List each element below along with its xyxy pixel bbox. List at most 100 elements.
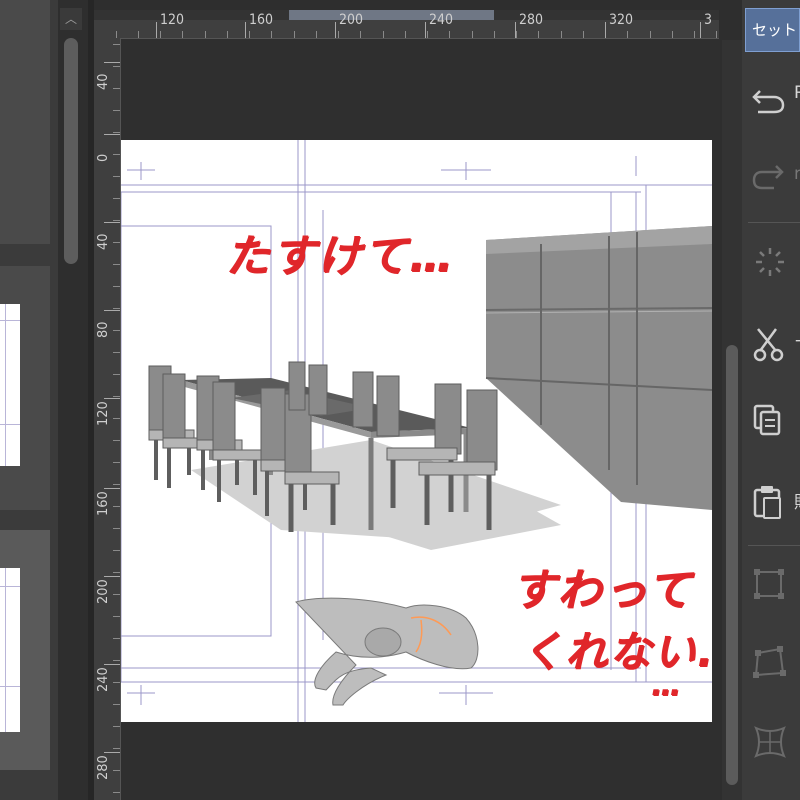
toolbar-separator	[748, 222, 800, 223]
page-thumbnail-1[interactable]	[0, 0, 50, 244]
chair	[288, 361, 306, 411]
ruler-tick	[583, 31, 584, 38]
ruler-tick	[113, 132, 120, 133]
paste-button[interactable]: 貼	[750, 482, 800, 522]
page-thumbnail-paper	[0, 568, 20, 732]
ruler-tick	[113, 572, 120, 573]
ruler-top-label: 240	[429, 12, 454, 28]
ruler-top-label: 160	[249, 12, 274, 28]
page-list-scrollbar[interactable]	[64, 38, 78, 264]
undo-label-peek: R	[794, 83, 800, 103]
paste-icon	[753, 486, 781, 519]
ruler-tick	[205, 31, 206, 38]
ruler-left-label: 40	[96, 73, 111, 90]
ruler-tick	[113, 528, 120, 529]
ruler-tick	[294, 31, 295, 38]
ruler-tick	[516, 31, 517, 38]
ruler-major-tick	[104, 752, 120, 753]
ruler-major-tick	[245, 22, 246, 38]
ruler-major-tick	[104, 222, 120, 223]
redo-button[interactable]: r	[750, 158, 800, 198]
ruler-major-tick	[700, 22, 701, 38]
loading-button[interactable]	[750, 242, 800, 282]
lying-figure	[295, 597, 479, 706]
ruler-left-label: 200	[96, 579, 111, 604]
ruler-tick	[113, 154, 120, 155]
ruler-tick	[538, 31, 539, 38]
ruler-left-label: 240	[96, 667, 111, 692]
ruler-major-tick	[156, 22, 157, 38]
ruler-tick	[113, 682, 120, 683]
transform-button[interactable]	[750, 565, 800, 605]
ruler-tick	[227, 31, 228, 38]
ruler-tick	[427, 31, 428, 38]
ruler-tick	[650, 31, 651, 38]
cut-icon	[753, 328, 784, 362]
ruler-tick	[113, 550, 120, 551]
handwritten-wont-sit-line1: すわって	[511, 565, 693, 616]
ruler-tick	[694, 31, 695, 38]
ruler-tick	[113, 110, 120, 111]
ruler-tick	[113, 616, 120, 617]
ruler-tick	[113, 352, 120, 353]
free-transform-button[interactable]	[750, 643, 800, 683]
loading-icon	[756, 248, 784, 276]
ruler-tick	[113, 418, 120, 419]
free-transform-icon	[753, 646, 786, 678]
vertical-ruler: 40 0 40 80 120 160 200 240 280	[94, 38, 121, 800]
ruler-top-label: 320	[609, 12, 634, 28]
handwritten-help-text: たすけて…	[225, 231, 455, 282]
canvas-scrollbar-thumb[interactable]	[726, 345, 738, 785]
undo-button[interactable]: R	[750, 77, 800, 117]
chair	[308, 364, 328, 416]
ruler-left-label: 40	[96, 233, 111, 250]
chair	[376, 375, 400, 437]
ruler-major-tick	[104, 488, 120, 489]
ruler-major-tick	[104, 576, 120, 577]
ruler-tick	[160, 31, 161, 38]
set-button[interactable]: セット	[745, 8, 800, 52]
toolbar-separator	[748, 545, 800, 546]
ruler-tick	[494, 31, 495, 38]
cut-label-peek: +	[794, 331, 800, 351]
ruler-tick	[113, 220, 120, 221]
ruler-tick	[113, 242, 120, 243]
ruler-tick	[113, 264, 120, 265]
ruler-tick	[113, 374, 120, 375]
cut-button[interactable]: +	[750, 325, 800, 365]
canvas-paper[interactable]: たすけて… すわって くれない… …	[121, 140, 712, 722]
ruler-tick	[116, 31, 117, 38]
copy-button[interactable]	[750, 400, 800, 440]
ruler-tick	[138, 31, 139, 38]
ruler-tick	[113, 198, 120, 199]
ruler-major-tick	[104, 664, 120, 665]
ruler-tick	[672, 31, 673, 38]
canvas-area[interactable]: たすけて… すわって くれない… …	[121, 39, 720, 800]
ruler-tick	[113, 726, 120, 727]
ruler-tick	[113, 440, 120, 441]
ruler-tick	[113, 506, 120, 507]
page-thumbnail-paper	[0, 304, 20, 466]
ruler-top-label: 280	[519, 12, 544, 28]
ruler-tick	[113, 308, 120, 309]
ruler-tick	[113, 286, 120, 287]
ruler-tick	[113, 704, 120, 705]
ruler-tick	[716, 31, 717, 38]
ruler-tick	[449, 31, 450, 38]
ruler-tick	[249, 31, 250, 38]
redo-label-peek: r	[794, 164, 800, 184]
ruler-tick	[113, 66, 120, 67]
ruler-tick	[271, 31, 272, 38]
ruler-tick	[113, 88, 120, 89]
ruler-left-label: 120	[96, 401, 111, 426]
ruler-tick	[405, 31, 406, 38]
undo-icon	[752, 90, 785, 114]
page-thumbnail-2[interactable]	[0, 266, 50, 510]
page-thumbnail-3-selected[interactable]	[0, 530, 50, 770]
scroll-up-arrow-icon[interactable]: ︿	[60, 8, 82, 30]
ruler-tick	[113, 330, 120, 331]
ruler-major-tick	[104, 310, 120, 311]
ruler-tick	[113, 792, 120, 793]
ruler-major-tick	[104, 134, 120, 135]
mesh-transform-button[interactable]	[750, 722, 800, 762]
